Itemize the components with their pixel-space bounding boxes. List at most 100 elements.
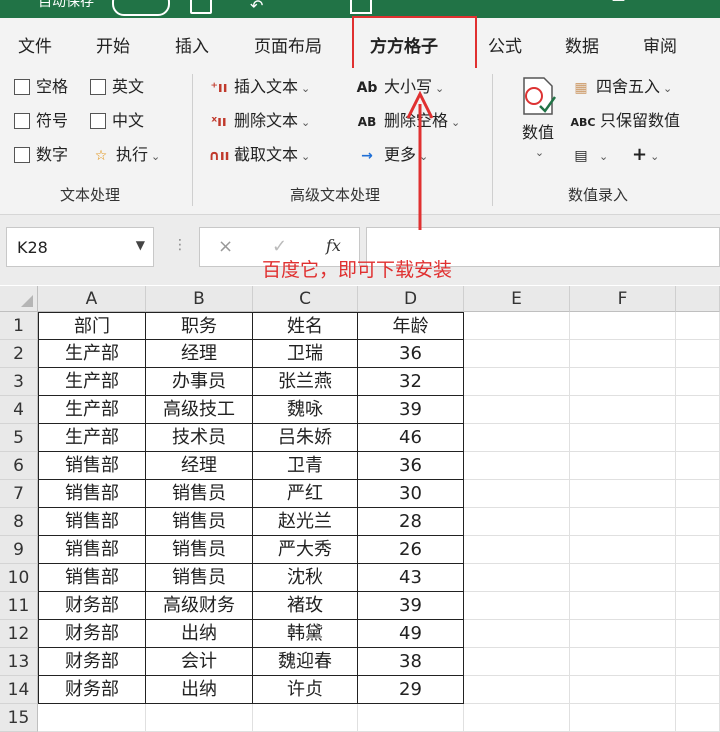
cell[interactable]: 销售员: [146, 480, 253, 508]
confirm-icon[interactable]: ✓: [272, 236, 287, 257]
cell[interactable]: 销售员: [146, 564, 253, 592]
checkbox-number[interactable]: 数字: [14, 145, 68, 165]
cell[interactable]: 高级财务: [146, 592, 253, 620]
cell[interactable]: [464, 536, 570, 564]
save-icon[interactable]: [190, 0, 212, 14]
cell[interactable]: [570, 704, 676, 732]
cell[interactable]: 部门: [38, 312, 146, 340]
cell[interactable]: 沈秋: [253, 564, 358, 592]
undo-icon[interactable]: ↶: [250, 0, 263, 15]
cell[interactable]: 财务部: [38, 592, 146, 620]
column-header-b[interactable]: B: [146, 286, 253, 312]
cell[interactable]: [570, 480, 676, 508]
add-button[interactable]: + ⌄: [632, 145, 659, 167]
checkbox-icon[interactable]: [14, 147, 30, 163]
format-button[interactable]: ▤ ⌄: [570, 145, 608, 167]
tab-home[interactable]: 开始: [96, 32, 130, 57]
cell[interactable]: 销售部: [38, 536, 146, 564]
cell[interactable]: [676, 648, 720, 676]
cell[interactable]: 生产部: [38, 340, 146, 368]
cell[interactable]: [464, 704, 570, 732]
cell[interactable]: 39: [358, 592, 464, 620]
row-header[interactable]: 4: [0, 396, 38, 424]
cell[interactable]: [570, 648, 676, 676]
cell[interactable]: 褚玫: [253, 592, 358, 620]
row-header[interactable]: 14: [0, 676, 38, 704]
cell[interactable]: 职务: [146, 312, 253, 340]
row-header[interactable]: 15: [0, 704, 38, 732]
extract-text-button[interactable]: ∩ıı 截取文本 ⌄: [208, 145, 311, 167]
cell[interactable]: 财务部: [38, 620, 146, 648]
cell[interactable]: [464, 396, 570, 424]
cell[interactable]: 许贞: [253, 676, 358, 704]
row-header[interactable]: 3: [0, 368, 38, 396]
cell[interactable]: [676, 676, 720, 704]
cell[interactable]: 生产部: [38, 424, 146, 452]
checkbox-icon[interactable]: [90, 113, 106, 129]
cell[interactable]: [676, 564, 720, 592]
cell[interactable]: [570, 536, 676, 564]
tab-review[interactable]: 审阅: [643, 32, 677, 57]
cell[interactable]: [570, 592, 676, 620]
cell[interactable]: [464, 620, 570, 648]
cell[interactable]: [464, 452, 570, 480]
cell[interactable]: 36: [358, 452, 464, 480]
execute-button[interactable]: ☆ 执行 ⌄: [90, 145, 161, 167]
row-header[interactable]: 12: [0, 620, 38, 648]
name-box[interactable]: K28 ▼: [6, 227, 154, 267]
row-header[interactable]: 2: [0, 340, 38, 368]
cell[interactable]: 办事员: [146, 368, 253, 396]
cell[interactable]: 卫瑞: [253, 340, 358, 368]
checkbox-icon[interactable]: [14, 113, 30, 129]
cell[interactable]: [570, 396, 676, 424]
cell[interactable]: [464, 340, 570, 368]
cell[interactable]: [38, 704, 146, 732]
cell[interactable]: [358, 704, 464, 732]
cell[interactable]: 销售部: [38, 564, 146, 592]
column-header-a[interactable]: A: [38, 286, 146, 312]
cell[interactable]: [676, 508, 720, 536]
column-header-c[interactable]: C: [253, 286, 358, 312]
autosave-toggle[interactable]: [112, 0, 170, 16]
cell[interactable]: 吕朱娇: [253, 424, 358, 452]
cell[interactable]: [676, 340, 720, 368]
cell[interactable]: 魏咏: [253, 396, 358, 424]
cell[interactable]: 严红: [253, 480, 358, 508]
cell[interactable]: 26: [358, 536, 464, 564]
print-icon[interactable]: [350, 0, 372, 14]
cell[interactable]: [253, 704, 358, 732]
checkbox-space[interactable]: 空格: [14, 77, 68, 97]
cell[interactable]: 卫青: [253, 452, 358, 480]
cell[interactable]: 43: [358, 564, 464, 592]
cell[interactable]: 高级技工: [146, 396, 253, 424]
chevron-down-icon[interactable]: ▼: [136, 238, 145, 252]
cell[interactable]: 赵光兰: [253, 508, 358, 536]
cell[interactable]: 姓名: [253, 312, 358, 340]
checkbox-chinese[interactable]: 中文: [90, 111, 144, 131]
function-icon[interactable]: fx: [326, 236, 341, 255]
cell[interactable]: 严大秀: [253, 536, 358, 564]
cell[interactable]: [570, 424, 676, 452]
insert-text-button[interactable]: ⁺ıı 插入文本 ⌄: [208, 77, 311, 99]
cell[interactable]: 46: [358, 424, 464, 452]
cell[interactable]: [676, 368, 720, 396]
cell[interactable]: [464, 564, 570, 592]
delete-text-button[interactable]: ˣıı 删除文本 ⌄: [208, 111, 310, 133]
cell[interactable]: 销售员: [146, 508, 253, 536]
cell[interactable]: [570, 368, 676, 396]
checkbox-icon[interactable]: [14, 79, 30, 95]
select-all-corner[interactable]: [0, 286, 38, 312]
cell[interactable]: 32: [358, 368, 464, 396]
cell[interactable]: 销售员: [146, 536, 253, 564]
cell[interactable]: [464, 592, 570, 620]
cell[interactable]: 财务部: [38, 676, 146, 704]
column-header-d[interactable]: D: [358, 286, 464, 312]
cell[interactable]: [464, 508, 570, 536]
checkbox-symbol[interactable]: 符号: [14, 111, 68, 131]
checkbox-english[interactable]: 英文: [90, 77, 144, 97]
cell[interactable]: 38: [358, 648, 464, 676]
column-header-partial[interactable]: [676, 286, 720, 312]
cell[interactable]: [676, 536, 720, 564]
cell[interactable]: [570, 312, 676, 340]
cell[interactable]: [676, 592, 720, 620]
